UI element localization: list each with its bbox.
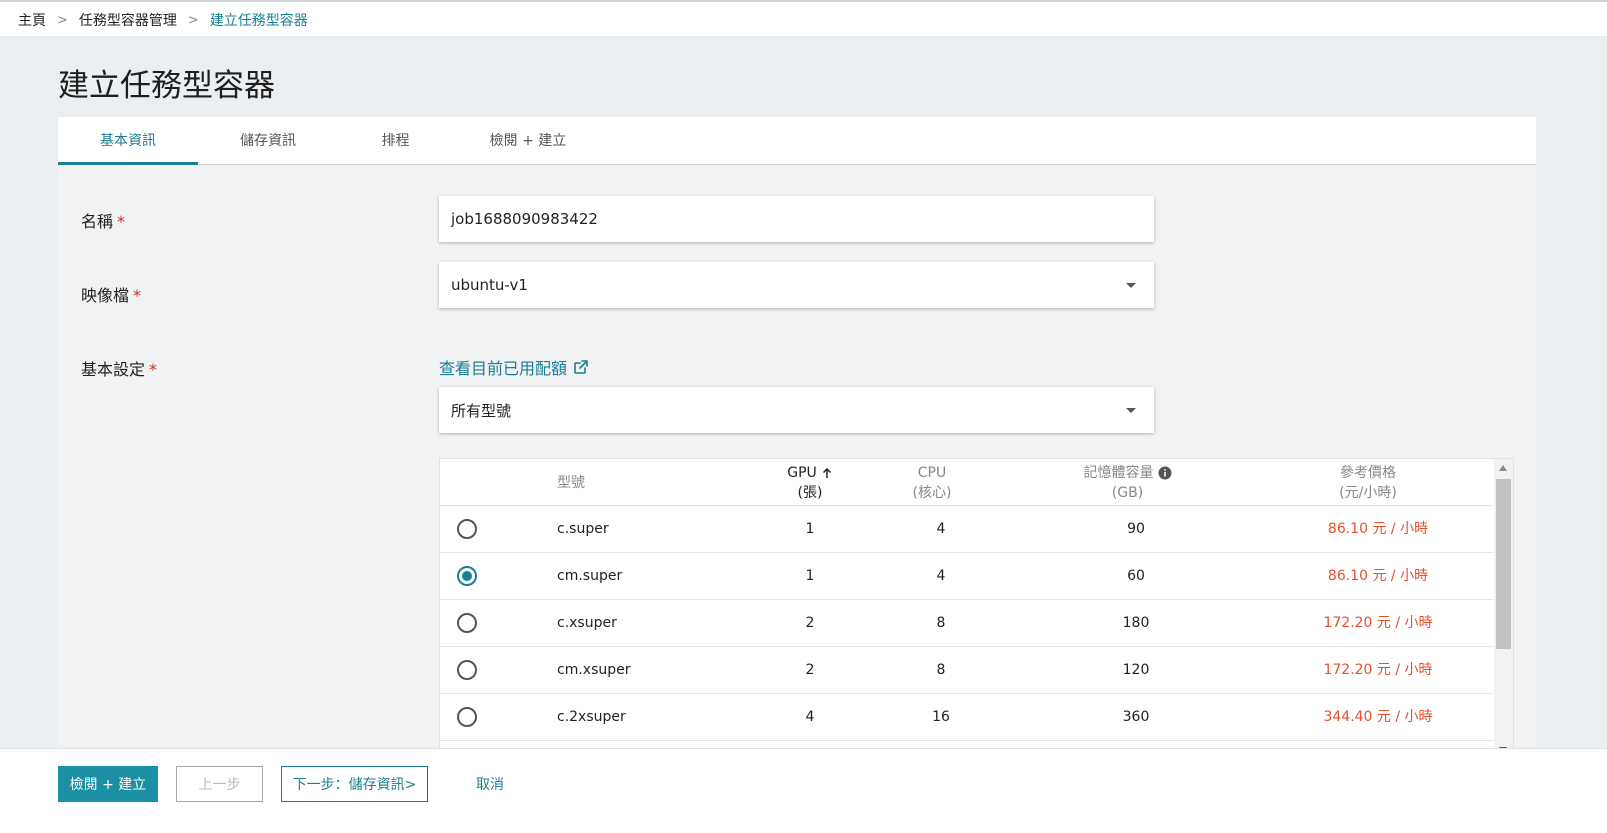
name-input[interactable]: job1688090983422	[439, 196, 1154, 242]
cell-price: 344.40 元 / 小時	[1323, 709, 1433, 725]
spec-table: 型號 GPU (張) CPU (核心) 記憶體容量 (GB) 參考價格 (元/小…	[439, 458, 1514, 755]
cell-price: 86.10 元 / 小時	[1327, 521, 1429, 537]
table-header: 型號 GPU (張) CPU (核心) 記憶體容量 (GB) 參考價格 (元/小…	[440, 459, 1493, 506]
page-title: 建立任務型容器	[58, 68, 275, 104]
row-radio-selected[interactable]	[457, 566, 477, 586]
table-row[interactable]: c.super 1 4 90 86.10 元 / 小時	[440, 506, 1493, 553]
tab-schedule[interactable]: 排程	[338, 117, 453, 165]
cell-cpu: 4	[936, 521, 946, 537]
cell-memory: 360	[1122, 709, 1150, 725]
cell-model: cm.super	[557, 568, 623, 584]
cell-gpu: 1	[805, 521, 815, 537]
cell-gpu: 1	[805, 568, 815, 584]
cell-model: c.super	[557, 521, 609, 537]
cancel-button[interactable]: 取消	[462, 766, 518, 802]
previous-step-button[interactable]: 上一步	[176, 766, 263, 802]
price-header-unit: (元/小時)	[1339, 485, 1397, 501]
cell-memory: 180	[1122, 615, 1150, 631]
breadcrumb-home[interactable]: 主頁	[18, 10, 46, 30]
column-header-cpu[interactable]: CPU (核心)	[892, 463, 972, 503]
name-label: 名稱 *	[81, 208, 125, 232]
table-row[interactable]: cm.xsuper 2 8 120 172.20 元 / 小時	[440, 647, 1493, 694]
tab-storage-info[interactable]: 儲存資訊	[198, 117, 338, 165]
column-header-gpu[interactable]: GPU (張)	[770, 463, 850, 503]
cell-gpu: 2	[805, 615, 815, 631]
cell-cpu: 8	[936, 662, 946, 678]
name-label-text: 名稱	[81, 212, 114, 231]
scroll-up-arrow-icon[interactable]	[1499, 465, 1507, 471]
row-radio[interactable]	[457, 613, 477, 633]
row-radio[interactable]	[457, 660, 477, 680]
next-step-button[interactable]: 下一步：儲存資訊>	[281, 766, 428, 802]
model-filter-value: 所有型號	[451, 401, 512, 420]
review-create-button[interactable]: 檢閱 + 建立	[58, 766, 158, 802]
cell-cpu: 8	[936, 615, 946, 631]
cell-memory: 60	[1127, 568, 1145, 584]
name-input-value: job1688090983422	[451, 210, 598, 228]
cell-model: c.2xsuper	[557, 709, 626, 725]
image-label: 映像檔 *	[81, 282, 141, 306]
table-row[interactable]: c.xsuper 2 8 180 172.20 元 / 小時	[440, 600, 1493, 647]
breadcrumb-separator: >	[187, 12, 199, 28]
cell-model: c.xsuper	[557, 615, 617, 631]
image-label-text: 映像檔	[81, 286, 130, 305]
memory-header-unit: (GB)	[1111, 485, 1144, 501]
chevron-down-icon	[1126, 282, 1136, 288]
image-select-value: ubuntu-v1	[451, 276, 528, 294]
required-mark: *	[117, 212, 126, 231]
view-quota-link[interactable]: 查看目前已用配額	[439, 355, 589, 379]
column-header-price[interactable]: 參考價格 (元/小時)	[1308, 463, 1428, 503]
tab-bar: 基本資訊 儲存資訊 排程 檢閱 + 建立	[58, 117, 1536, 165]
table-row[interactable]: c.2xsuper 4 16 360 344.40 元 / 小時	[440, 694, 1493, 741]
required-mark: *	[149, 360, 158, 379]
cell-price: 172.20 元 / 小時	[1323, 662, 1433, 678]
cell-price: 86.10 元 / 小時	[1327, 568, 1429, 584]
sort-ascending-icon	[822, 467, 831, 478]
price-header-text: 參考價格	[1340, 465, 1396, 481]
memory-header-text: 記憶體容量	[1083, 465, 1154, 481]
top-bar: 主頁 > 任務型容器管理 > 建立任務型容器	[0, 0, 1607, 36]
cell-memory: 90	[1127, 521, 1145, 537]
tab-basic-info[interactable]: 基本資訊	[58, 117, 198, 165]
model-filter-select[interactable]: 所有型號	[439, 387, 1154, 433]
external-link-icon	[574, 360, 588, 374]
row-radio[interactable]	[457, 707, 477, 727]
table-scrollbar[interactable]	[1494, 459, 1513, 754]
breadcrumb-current: 建立任務型容器	[209, 13, 308, 29]
gpu-header-unit: (張)	[797, 485, 823, 501]
gpu-header-text: GPU	[787, 465, 817, 481]
row-radio[interactable]	[457, 519, 477, 539]
cell-cpu: 16	[932, 709, 950, 725]
table-row[interactable]: cm.super 1 4 60 86.10 元 / 小時	[440, 553, 1493, 600]
cell-gpu: 4	[805, 709, 815, 725]
basic-settings-label: 基本設定 *	[81, 356, 157, 380]
scrollbar-thumb[interactable]	[1496, 479, 1511, 649]
required-mark: *	[133, 286, 142, 305]
form-panel: 名稱 * job1688090983422 映像檔 * ubuntu-v1 基本設定…	[58, 165, 1536, 755]
cell-cpu: 4	[936, 568, 946, 584]
column-header-memory[interactable]: 記憶體容量 (GB)	[1060, 463, 1195, 503]
memory-header-row: 記憶體容量	[1060, 463, 1195, 483]
breadcrumb-separator: >	[57, 12, 68, 28]
basic-settings-label-text: 基本設定	[81, 360, 146, 379]
cpu-header-text: CPU	[917, 465, 947, 481]
breadcrumb-section[interactable]: 任務型容器管理	[79, 10, 177, 30]
cell-gpu: 2	[805, 662, 815, 678]
info-icon[interactable]	[1158, 466, 1172, 480]
gpu-header-row: GPU	[770, 463, 850, 483]
image-select[interactable]: ubuntu-v1	[439, 262, 1154, 308]
cell-model: cm.xsuper	[557, 662, 631, 678]
cell-memory: 120	[1122, 662, 1150, 678]
view-quota-link-text: 查看目前已用配額	[439, 359, 568, 378]
column-header-model[interactable]: 型號	[557, 473, 585, 493]
cpu-header-unit: (核心)	[912, 485, 952, 501]
cell-price: 172.20 元 / 小時	[1323, 615, 1433, 631]
breadcrumb: 主頁 > 任務型容器管理 > 建立任務型容器	[18, 10, 308, 30]
tab-review-create[interactable]: 檢閱 + 建立	[463, 117, 593, 165]
footer-action-bar: 檢閱 + 建立 上一步 下一步：儲存資訊> 取消	[0, 748, 1607, 833]
chevron-down-icon	[1126, 407, 1136, 413]
